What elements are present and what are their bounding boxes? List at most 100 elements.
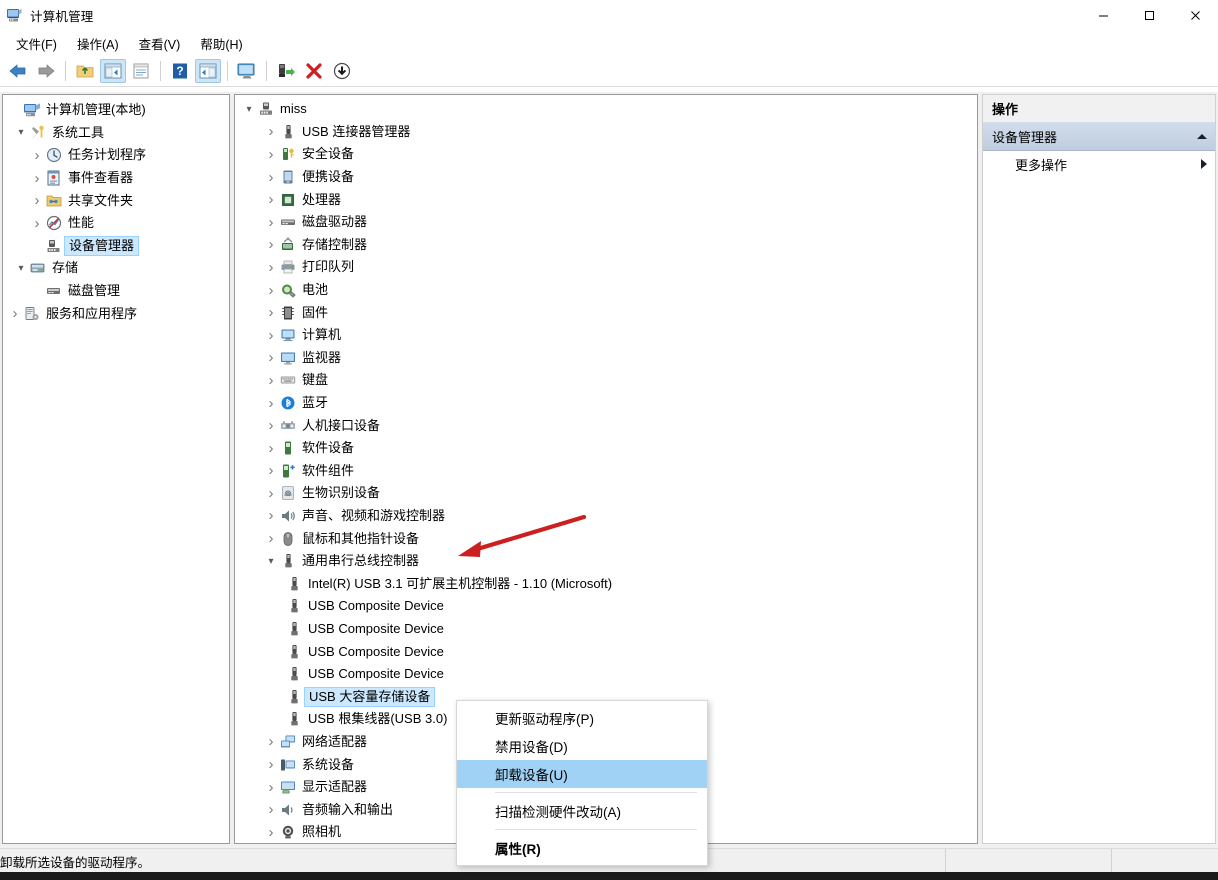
chevron-right-icon[interactable]	[263, 372, 279, 388]
chevron-right-icon[interactable]	[263, 440, 279, 456]
device-category-security-device[interactable]: 安全设备	[235, 143, 977, 166]
console-item-event-viewer[interactable]: 事件查看器	[3, 167, 229, 190]
chevron-right-icon[interactable]	[263, 237, 279, 253]
action-pane-icon	[199, 63, 217, 79]
chevron-right-icon[interactable]	[29, 193, 45, 209]
chevron-right-icon[interactable]	[263, 282, 279, 298]
minimize-button[interactable]	[1080, 0, 1126, 30]
console-tree-root[interactable]: 计算机管理(本地)	[3, 99, 229, 122]
chevron-down-icon[interactable]	[13, 125, 29, 141]
device-category-usb-connector-manager[interactable]: USB 连接器管理器	[235, 121, 977, 144]
device-category-print-queue[interactable]: 打印队列	[235, 256, 977, 279]
device-item-usb-composite-3[interactable]: USB Composite Device	[235, 640, 977, 663]
scan-hardware-changes-button[interactable]	[234, 59, 260, 83]
console-item-device-manager[interactable]: 设备管理器	[3, 235, 229, 258]
chevron-right-icon[interactable]	[29, 147, 45, 163]
chevron-right-icon[interactable]	[263, 418, 279, 434]
update-driver-button[interactable]	[273, 59, 299, 83]
chevron-right-icon[interactable]	[263, 779, 279, 795]
disable-device-button[interactable]	[329, 59, 355, 83]
ctx-update-driver[interactable]: 更新驱动程序(P)	[457, 704, 707, 732]
device-category-usb-controller[interactable]: 通用串行总线控制器	[235, 550, 977, 573]
device-category-sound-video-game-controller[interactable]: 声音、视频和游戏控制器	[235, 505, 977, 528]
menu-file[interactable]: 文件(F)	[6, 31, 67, 56]
chevron-right-icon[interactable]	[263, 395, 279, 411]
actions-group-device-manager[interactable]: 设备管理器	[983, 122, 1215, 151]
chevron-right-icon[interactable]	[263, 734, 279, 750]
chevron-right-icon[interactable]	[263, 305, 279, 321]
chevron-right-icon[interactable]	[263, 124, 279, 140]
device-category-disk-drive[interactable]: 磁盘驱动器	[235, 211, 977, 234]
menu-action[interactable]: 操作(A)	[67, 31, 129, 56]
help-button[interactable]: ?	[167, 59, 193, 83]
chevron-right-icon[interactable]	[7, 306, 23, 322]
uninstall-device-button[interactable]	[301, 59, 327, 83]
chevron-right-icon[interactable]	[263, 531, 279, 547]
device-category-firmware[interactable]: 固件	[235, 301, 977, 324]
chevron-right-icon[interactable]	[29, 215, 45, 231]
triangle-up-icon[interactable]	[1197, 133, 1207, 139]
chevron-right-icon[interactable]	[263, 508, 279, 524]
device-item-usb-composite-4[interactable]: USB Composite Device	[235, 663, 977, 686]
device-tree-root[interactable]: miss	[235, 98, 977, 121]
chevron-down-icon[interactable]	[13, 260, 29, 276]
chevron-right-icon[interactable]	[263, 259, 279, 275]
context-menu[interactable]: 更新驱动程序(P) 禁用设备(D) 卸载设备(U) 扫描检测硬件改动(A) 属性…	[456, 700, 708, 866]
menu-view[interactable]: 查看(V)	[129, 31, 191, 56]
chevron-right-icon[interactable]	[263, 327, 279, 343]
chevron-right-icon[interactable]	[263, 463, 279, 479]
device-item-intel-usb-xhci[interactable]: Intel(R) USB 3.1 可扩展主机控制器 - 1.10 (Micros…	[235, 572, 977, 595]
device-category-bluetooth[interactable]: 蓝牙	[235, 392, 977, 415]
maximize-button[interactable]	[1126, 0, 1172, 30]
ctx-properties[interactable]: 属性(R)	[457, 834, 707, 862]
device-category-software-component[interactable]: 软件组件	[235, 460, 977, 483]
chevron-right-icon[interactable]	[263, 169, 279, 185]
chevron-right-icon[interactable]	[263, 146, 279, 162]
device-item-usb-composite-1[interactable]: USB Composite Device	[235, 595, 977, 618]
device-category-portable-device[interactable]: 便携设备	[235, 166, 977, 189]
device-category-processor[interactable]: 处理器	[235, 188, 977, 211]
chevron-down-icon[interactable]	[241, 101, 257, 117]
menu-help[interactable]: 帮助(H)	[190, 31, 252, 56]
ctx-uninstall-device[interactable]: 卸载设备(U)	[457, 760, 707, 788]
chevron-right-icon[interactable]	[263, 485, 279, 501]
device-category-monitor[interactable]: 监视器	[235, 347, 977, 370]
console-item-disk-management[interactable]: 磁盘管理	[3, 280, 229, 303]
console-tree-pane[interactable]: 计算机管理(本地) 系统工具	[2, 94, 230, 844]
properties-button[interactable]	[128, 59, 154, 83]
device-category-hid[interactable]: 人机接口设备	[235, 414, 977, 437]
ctx-scan-hardware-changes[interactable]: 扫描检测硬件改动(A)	[457, 797, 707, 825]
device-category-software-device[interactable]: 软件设备	[235, 437, 977, 460]
device-category-keyboard[interactable]: 键盘	[235, 369, 977, 392]
triangle-right-icon[interactable]	[1201, 159, 1207, 169]
console-item-shared-folders[interactable]: 共享文件夹	[3, 189, 229, 212]
device-category-biometric-device[interactable]: 生物识别设备	[235, 482, 977, 505]
chevron-right-icon[interactable]	[263, 214, 279, 230]
chevron-right-icon[interactable]	[263, 192, 279, 208]
device-category-mouse[interactable]: 鼠标和其他指针设备	[235, 527, 977, 550]
chevron-right-icon[interactable]	[263, 757, 279, 773]
console-item-system-tools[interactable]: 系统工具	[3, 122, 229, 145]
device-category-battery[interactable]: 电池	[235, 279, 977, 302]
chevron-right-icon[interactable]	[263, 350, 279, 366]
ctx-disable-device[interactable]: 禁用设备(D)	[457, 732, 707, 760]
actions-item-more-actions[interactable]: 更多操作	[983, 151, 1215, 177]
chevron-right-icon[interactable]	[263, 824, 279, 840]
forward-button[interactable]	[33, 59, 59, 83]
up-one-level-button[interactable]	[72, 59, 98, 83]
show-hide-console-tree-button[interactable]	[100, 59, 126, 83]
console-item-task-scheduler[interactable]: 任务计划程序	[3, 144, 229, 167]
close-button[interactable]	[1172, 0, 1218, 30]
device-item-usb-composite-2[interactable]: USB Composite Device	[235, 618, 977, 641]
event-viewer-icon	[45, 169, 63, 187]
back-button[interactable]	[5, 59, 31, 83]
console-item-performance[interactable]: 性能	[3, 212, 229, 235]
console-item-services-and-applications[interactable]: 服务和应用程序	[3, 302, 229, 325]
console-item-storage[interactable]: 存储	[3, 257, 229, 280]
chevron-down-icon[interactable]	[263, 553, 279, 569]
device-category-storage-controller[interactable]: 存储控制器	[235, 234, 977, 257]
device-category-computer[interactable]: 计算机	[235, 324, 977, 347]
chevron-right-icon[interactable]	[29, 170, 45, 186]
chevron-right-icon[interactable]	[263, 802, 279, 818]
show-hide-action-pane-button[interactable]	[195, 59, 221, 83]
